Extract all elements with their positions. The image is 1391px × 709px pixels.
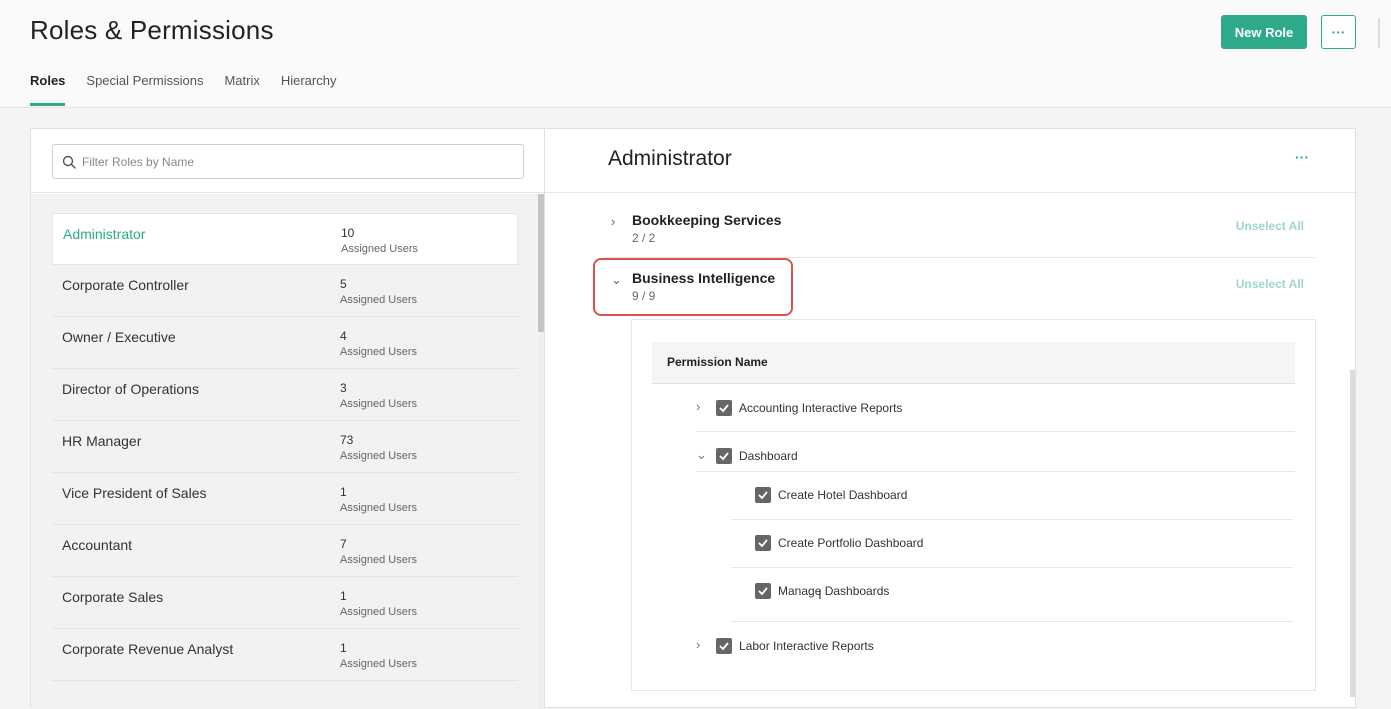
role-user-label: Assigned Users: [340, 346, 418, 358]
tab-roles[interactable]: Roles: [30, 72, 66, 106]
role-user-count: 73: [340, 433, 354, 447]
chevron-down-icon[interactable]: ⌄: [696, 447, 707, 463]
role-user-count: 5: [340, 277, 347, 291]
role-row[interactable]: Accountant 7 Assigned Users: [52, 525, 518, 577]
group-name: Bookkeeping Services: [632, 212, 782, 228]
role-user-count: 10: [341, 226, 355, 240]
role-name: Vice President of Sales: [62, 485, 207, 501]
role-name: Administrator: [63, 226, 146, 242]
role-user-count: 1: [340, 485, 347, 499]
chevron-right-icon[interactable]: ›: [611, 214, 615, 229]
new-role-button[interactable]: New Role: [1221, 15, 1307, 49]
page-title: Roles & Permissions: [30, 15, 274, 45]
permission-row-accounting[interactable]: › Accounting Interactive Reports: [696, 384, 1295, 432]
unselect-all-button[interactable]: Unselect All: [1236, 219, 1304, 233]
role-row-administrator[interactable]: Administrator 10 Assigned Users: [52, 213, 518, 265]
group-count: 2 / 2: [632, 231, 656, 245]
role-row[interactable]: Corporate Sales 1 Assigned Users: [52, 577, 518, 629]
role-user-label: Assigned Users: [341, 243, 419, 255]
checkbox-checked-icon[interactable]: [716, 638, 732, 654]
role-user-count: 1: [340, 589, 347, 603]
role-user-label: Assigned Users: [340, 450, 418, 462]
chevron-right-icon[interactable]: ›: [696, 399, 700, 414]
role-row[interactable]: Director of Operations 3 Assigned Users: [52, 369, 518, 421]
tab-matrix[interactable]: Matrix: [224, 72, 259, 106]
permission-label: Manage Dashboards: [778, 584, 890, 598]
checkbox-checked-icon[interactable]: [716, 400, 732, 416]
search-box[interactable]: [52, 144, 524, 179]
permission-row-dashboard[interactable]: ⌄ Dashboard: [696, 432, 1295, 472]
role-name: Corporate Revenue Analyst: [62, 641, 234, 657]
checkbox-checked-icon[interactable]: [755, 583, 771, 599]
role-detail-panel: Administrator ··· › Bookkeeping Services…: [544, 128, 1356, 708]
search-input[interactable]: [80, 146, 510, 177]
checkbox-checked-icon[interactable]: [716, 448, 732, 464]
permission-group-bookkeeping[interactable]: › Bookkeeping Services 2 / 2 Unselect Al…: [603, 200, 1315, 258]
tab-hierarchy[interactable]: Hierarchy: [281, 72, 337, 106]
role-user-label: Assigned Users: [340, 502, 418, 514]
permission-label: Labor Interactive Reports: [739, 639, 874, 653]
permission-label: Dashboard: [739, 449, 798, 463]
roles-panel: Administrator 10 Assigned Users Corporat…: [30, 128, 545, 709]
detail-title: Administrator: [608, 147, 732, 170]
permission-row-create-portfolio-dashboard[interactable]: Create Portfolio Dashboard: [731, 520, 1293, 568]
role-name: Owner / Executive: [62, 329, 176, 345]
checkbox-checked-icon[interactable]: [755, 487, 771, 503]
role-name: Director of Operations: [62, 381, 199, 397]
role-user-label: Assigned Users: [340, 398, 418, 410]
permission-name-column-header: Permission Name: [667, 355, 768, 369]
detail-header: Administrator ···: [545, 129, 1355, 193]
text-cursor-icon: I: [818, 586, 822, 602]
role-row[interactable]: HR Manager 73 Assigned Users: [52, 421, 518, 473]
checkbox-checked-icon[interactable]: [755, 535, 771, 551]
search-icon: [62, 155, 76, 169]
permission-label: Create Hotel Dashboard: [778, 488, 908, 502]
role-user-label: Assigned Users: [340, 554, 418, 566]
search-area: [31, 129, 544, 193]
permission-row-manage-dashboards[interactable]: Manage Dashboards: [731, 568, 1293, 622]
role-user-count: 4: [340, 329, 347, 343]
role-user-count: 3: [340, 381, 347, 395]
detail-more-button[interactable]: ···: [1295, 149, 1309, 165]
role-user-count: 7: [340, 537, 347, 551]
permission-label: Create Portfolio Dashboard: [778, 536, 924, 550]
role-name: Accountant: [62, 537, 133, 553]
role-user-count: 1: [340, 641, 347, 655]
role-user-label: Assigned Users: [340, 658, 418, 670]
role-row[interactable]: Owner / Executive 4 Assigned Users: [52, 317, 518, 369]
tab-special-permissions[interactable]: Special Permissions: [86, 72, 203, 106]
unselect-all-button[interactable]: Unselect All: [1236, 277, 1304, 291]
page-header: Roles & Permissions New Role ··· Roles S…: [0, 0, 1391, 108]
window-edge-divider: [1378, 18, 1380, 48]
permission-row-labor[interactable]: › Labor Interactive Reports: [696, 622, 1295, 670]
roles-list: Administrator 10 Assigned Users Corporat…: [31, 194, 538, 709]
role-row[interactable]: Corporate Controller 5 Assigned Users: [52, 265, 518, 317]
highlight-annotation: [593, 258, 793, 316]
role-row[interactable]: Corporate Revenue Analyst 1 Assigned Use…: [52, 629, 518, 681]
role-name: Corporate Controller: [62, 277, 189, 293]
permissions-table: Permission Name › Accounting Interactive…: [631, 319, 1316, 691]
chevron-right-icon[interactable]: ›: [696, 637, 700, 652]
more-options-button[interactable]: ···: [1321, 15, 1356, 49]
permissions-table-header: Permission Name: [652, 342, 1295, 384]
tab-bar: Roles Special Permissions Matrix Hierarc…: [30, 72, 357, 108]
role-name: Corporate Sales: [62, 589, 164, 605]
role-user-label: Assigned Users: [340, 294, 418, 306]
permission-label: Accounting Interactive Reports: [739, 401, 903, 415]
role-row[interactable]: Vice President of Sales 1 Assigned Users: [52, 473, 518, 525]
detail-scrollbar[interactable]: [1350, 370, 1355, 697]
role-user-label: Assigned Users: [340, 606, 418, 618]
permission-row-create-hotel-dashboard[interactable]: Create Hotel Dashboard: [731, 472, 1293, 520]
role-name: HR Manager: [62, 433, 142, 449]
